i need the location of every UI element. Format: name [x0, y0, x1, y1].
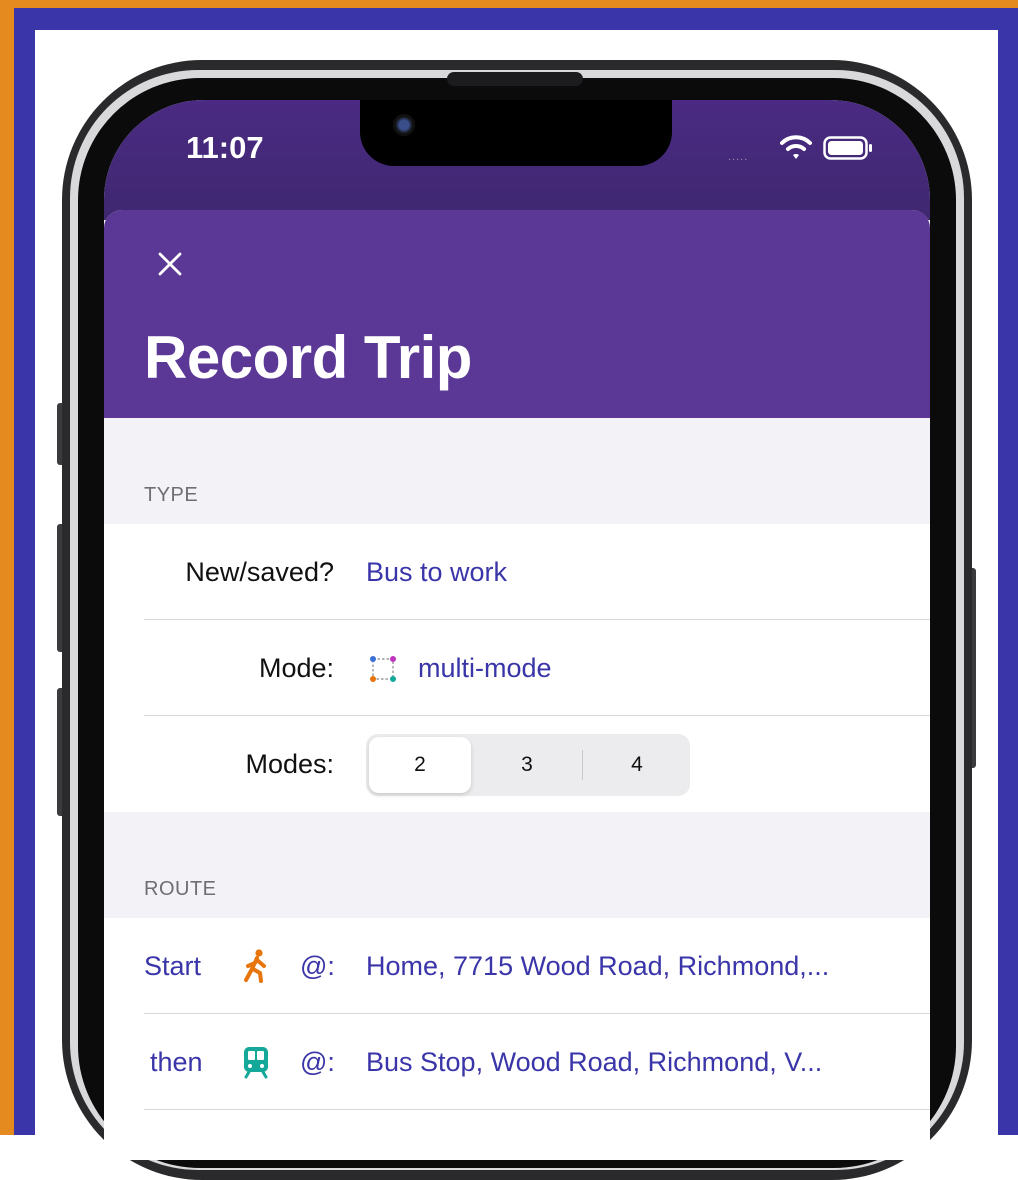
route-start-at: @: — [300, 951, 335, 981]
background-accent-top — [0, 0, 1018, 8]
modes-segmented-control: 2 3 4 — [366, 734, 690, 796]
signal-indicator: ..... — [728, 151, 749, 163]
walking-icon[interactable] — [240, 949, 272, 983]
modes-option-4[interactable]: 4 — [586, 737, 688, 793]
status-time: 11:07 — [186, 130, 264, 165]
mode-row[interactable]: Mode: multi-mode — [104, 620, 930, 716]
wifi-icon — [780, 135, 812, 159]
route-start-label: Start — [144, 951, 202, 981]
background-accent-left — [0, 0, 14, 1135]
close-icon — [158, 252, 182, 276]
earpiece-speaker — [447, 72, 583, 86]
segment-divider — [582, 750, 583, 780]
mode-value[interactable]: multi-mode — [418, 620, 552, 716]
mode-label: Mode: — [258, 653, 334, 683]
new-saved-row[interactable]: New/saved? Bus to work — [104, 524, 930, 620]
modes-option-3[interactable]: 3 — [476, 737, 578, 793]
route-row-then[interactable]: then @: Bus Stop, Wood Road, Richmond, V… — [104, 1014, 930, 1110]
route-then-at: @: — [300, 1047, 335, 1077]
route-row-start[interactable]: Start @: Home, 7715 Wood Road, Richmond,… — [104, 918, 930, 1014]
route-group: Start @: Home, 7715 Wood Road, Richmond,… — [104, 918, 930, 1160]
route-then-location[interactable]: Bus Stop, Wood Road, Richmond, V... — [366, 1014, 822, 1110]
route-then-label: then — [150, 1047, 203, 1077]
navigation-bar: Record Trip — [104, 210, 930, 418]
phone-screen: 11:07 ..... Record Trip TYPE New/saved? … — [104, 100, 930, 1160]
page-title: Record Trip — [144, 324, 472, 391]
route-start-location[interactable]: Home, 7715 Wood Road, Richmond,... — [366, 918, 829, 1014]
modes-label: Modes: — [245, 749, 334, 779]
row-separator — [144, 1109, 930, 1110]
route-section-header: ROUTE — [144, 878, 217, 900]
battery-icon — [823, 136, 872, 160]
multi-mode-icon — [370, 656, 396, 682]
front-camera — [393, 114, 415, 136]
close-button[interactable] — [152, 246, 188, 282]
type-section-header: TYPE — [144, 484, 199, 506]
new-saved-value[interactable]: Bus to work — [366, 524, 507, 620]
modes-row: Modes: 2 3 4 — [104, 716, 930, 812]
new-saved-label: New/saved? — [185, 557, 334, 587]
modes-option-2[interactable]: 2 — [369, 737, 471, 793]
type-group: New/saved? Bus to work Mode: multi-mode … — [104, 524, 930, 812]
record-trip-sheet: Record Trip TYPE New/saved? Bus to work … — [104, 210, 930, 1160]
train-icon[interactable] — [240, 1045, 272, 1079]
